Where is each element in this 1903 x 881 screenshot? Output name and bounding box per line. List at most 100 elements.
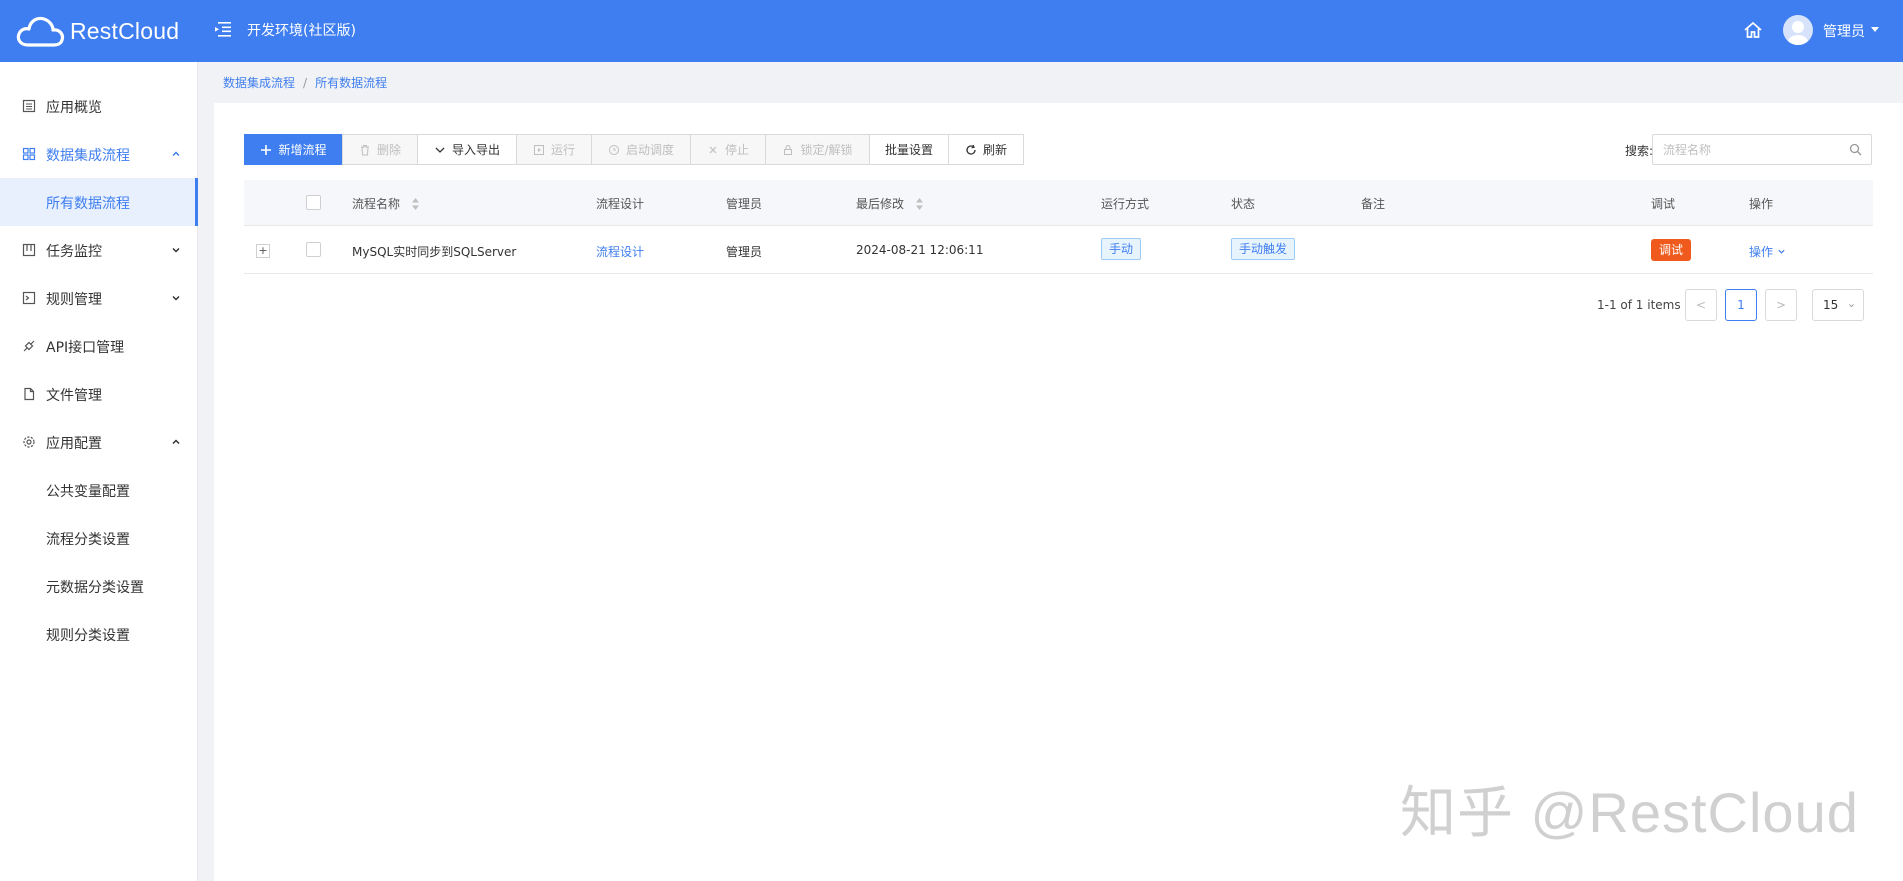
page-button[interactable]: 1 bbox=[1725, 289, 1757, 321]
start-schedule-button[interactable]: 启动调度 bbox=[591, 134, 691, 165]
caret-down-icon[interactable] bbox=[1871, 27, 1879, 32]
play-icon bbox=[533, 144, 544, 155]
operations-dropdown[interactable]: 操作 bbox=[1749, 243, 1786, 260]
column-header-ops: 操作 bbox=[1749, 197, 1774, 211]
lock-icon bbox=[784, 144, 793, 155]
plus-icon bbox=[261, 144, 272, 155]
environment-title[interactable]: 开发环境(社区版) bbox=[247, 20, 356, 40]
sort-icon[interactable] bbox=[915, 198, 923, 210]
breadcrumb: 数据集成流程 / 所有数据流程 bbox=[223, 74, 387, 91]
table-row[interactable]: + MySQL实时同步到SQLServer 流程设计 管理员 2024-08-2… bbox=[244, 227, 1873, 274]
sidebar-item-files[interactable]: 文件管理 bbox=[0, 370, 198, 418]
menu-fold-icon[interactable] bbox=[213, 19, 233, 39]
run-mode-tag: 手动 bbox=[1101, 238, 1142, 260]
top-header: RestCloud 开发环境(社区版) 管理员 bbox=[0, 0, 1903, 62]
import-export-button[interactable]: 导入导出 bbox=[417, 134, 517, 165]
app-name: RestCloud bbox=[70, 17, 180, 44]
sidebar-item-overview[interactable]: 应用概览 bbox=[0, 82, 198, 130]
flow-name: MySQL实时同步到SQLServer bbox=[352, 245, 517, 259]
sidebar: 应用概览 数据集成流程 所有数据流程 任务监控 规则管理 API接口管理 文件管… bbox=[0, 62, 198, 881]
column-header-status: 状态 bbox=[1231, 197, 1256, 211]
new-flow-button[interactable]: 新增流程 bbox=[244, 134, 343, 165]
close-icon bbox=[709, 146, 717, 153]
column-header-run-mode: 运行方式 bbox=[1101, 197, 1150, 211]
column-header-admin: 管理员 bbox=[726, 197, 763, 211]
sidebar-item-label: 元数据分类设置 bbox=[46, 580, 144, 596]
page-size-select[interactable]: 15 bbox=[1812, 289, 1864, 321]
refresh-icon bbox=[966, 144, 976, 155]
clock-icon bbox=[608, 144, 619, 155]
search-icon[interactable] bbox=[1849, 143, 1862, 156]
sidebar-item-label: 规则分类设置 bbox=[46, 628, 130, 644]
sidebar-item-rules[interactable]: 规则管理 bbox=[0, 274, 198, 322]
sidebar-item-label: 规则管理 bbox=[46, 292, 102, 308]
select-all-checkbox[interactable] bbox=[306, 195, 321, 210]
status-badge: 手动触发 bbox=[1231, 238, 1296, 260]
sidebar-item-label: 公共变量配置 bbox=[46, 484, 130, 500]
chevron-up-icon bbox=[172, 439, 180, 445]
user-name[interactable]: 管理员 bbox=[1823, 21, 1865, 41]
column-header-debug: 调试 bbox=[1651, 197, 1676, 211]
grid-icon bbox=[22, 147, 36, 161]
run-button[interactable]: 运行 bbox=[516, 134, 592, 165]
lock-unlock-button[interactable]: 锁定/解锁 bbox=[765, 134, 870, 165]
monitor-icon bbox=[22, 243, 36, 257]
trash-icon bbox=[360, 144, 369, 155]
sidebar-item-label: 所有数据流程 bbox=[46, 196, 130, 212]
sidebar-item-label: 文件管理 bbox=[46, 388, 102, 404]
breadcrumb-current[interactable]: 所有数据流程 bbox=[315, 76, 387, 90]
sidebar-item-label: 应用配置 bbox=[46, 436, 102, 452]
pagination-info: 1-1 of 1 items bbox=[1597, 298, 1681, 312]
row-checkbox[interactable] bbox=[306, 242, 321, 257]
sidebar-item-data-integration[interactable]: 数据集成流程 bbox=[0, 130, 198, 178]
delete-button[interactable]: 删除 bbox=[342, 134, 418, 165]
sidebar-item-flow-categories[interactable]: 流程分类设置 bbox=[0, 514, 198, 562]
column-header-modified[interactable]: 最后修改 bbox=[856, 195, 923, 212]
next-page-button[interactable]: > bbox=[1765, 289, 1797, 321]
chevron-down-icon bbox=[1778, 249, 1785, 254]
toolbar: 新增流程 删除 导入导出 运行 启动调度 停止 锁定/解锁 批量设置 刷新 bbox=[244, 134, 1024, 165]
column-header-note: 备注 bbox=[1361, 197, 1386, 211]
column-header-name[interactable]: 流程名称 bbox=[352, 195, 419, 212]
chevron-down-icon bbox=[172, 295, 180, 301]
sort-icon[interactable] bbox=[411, 198, 419, 210]
terminal-icon bbox=[22, 291, 36, 305]
batch-settings-button[interactable]: 批量设置 bbox=[869, 134, 949, 165]
prev-page-button[interactable]: < bbox=[1685, 289, 1717, 321]
sidebar-item-task-monitor[interactable]: 任务监控 bbox=[0, 226, 198, 274]
sidebar-item-rule-categories[interactable]: 规则分类设置 bbox=[0, 610, 198, 658]
breadcrumb-parent[interactable]: 数据集成流程 bbox=[223, 76, 295, 90]
column-header-design: 流程设计 bbox=[596, 197, 645, 211]
stop-button[interactable]: 停止 bbox=[690, 134, 766, 165]
gear-icon bbox=[23, 436, 35, 448]
sidebar-item-api[interactable]: API接口管理 bbox=[0, 322, 198, 370]
sidebar-item-app-config[interactable]: 应用配置 bbox=[0, 418, 198, 466]
app-logo[interactable]: RestCloud bbox=[16, 10, 179, 52]
home-icon[interactable] bbox=[1743, 20, 1763, 40]
sidebar-item-label: API接口管理 bbox=[46, 340, 125, 356]
sidebar-item-public-variables[interactable]: 公共变量配置 bbox=[0, 466, 198, 514]
chevron-down-icon bbox=[435, 147, 445, 153]
sidebar-item-all-flows[interactable]: 所有数据流程 bbox=[0, 178, 198, 226]
flow-design-link[interactable]: 流程设计 bbox=[596, 243, 644, 260]
search-label: 搜索: bbox=[1625, 144, 1654, 158]
chevron-up-icon bbox=[172, 151, 180, 157]
table-header: 流程名称 流程设计 管理员 最后修改 运行方式 状态 备注 调试 操作 bbox=[244, 180, 1873, 226]
api-icon bbox=[23, 340, 35, 352]
cloud-logo-icon bbox=[16, 16, 65, 47]
chevron-down-icon bbox=[1849, 304, 1854, 308]
sidebar-item-label: 数据集成流程 bbox=[46, 148, 130, 164]
expand-row-button[interactable]: + bbox=[256, 244, 270, 258]
sidebar-item-label: 流程分类设置 bbox=[46, 532, 130, 548]
refresh-button[interactable]: 刷新 bbox=[948, 134, 1024, 165]
search-input[interactable] bbox=[1652, 134, 1872, 165]
avatar[interactable] bbox=[1783, 15, 1813, 45]
user-icon bbox=[1788, 21, 1808, 45]
sidebar-item-metadata-categories[interactable]: 元数据分类设置 bbox=[0, 562, 198, 610]
debug-button[interactable]: 调试 bbox=[1651, 239, 1691, 261]
flow-modified-time: 2024-08-21 12:06:11 bbox=[856, 243, 984, 257]
overview-icon bbox=[22, 99, 36, 113]
sidebar-item-label: 任务监控 bbox=[46, 244, 102, 260]
sidebar-item-label: 应用概览 bbox=[46, 100, 102, 116]
watermark: 知乎 @RestCloud bbox=[1400, 781, 1859, 844]
